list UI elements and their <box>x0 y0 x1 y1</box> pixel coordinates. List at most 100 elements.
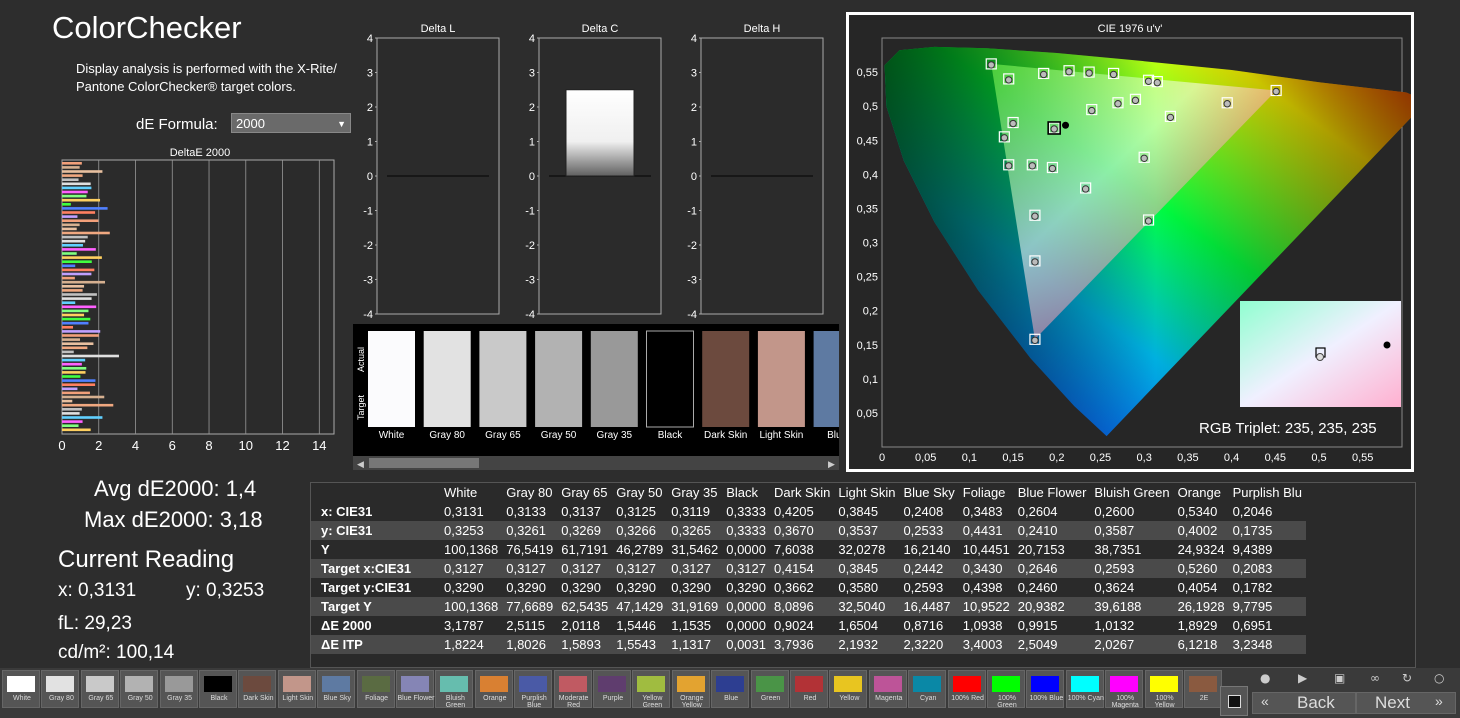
play-icon[interactable]: ▶ <box>1298 671 1307 685</box>
deltae-bar <box>62 309 89 313</box>
chip-label: Foliage <box>365 695 389 702</box>
patch-chip[interactable]: Light Skin <box>277 670 316 708</box>
column-header: Gray 65 <box>561 485 608 500</box>
deltae-bar <box>62 395 105 399</box>
patch-chip[interactable]: 100% Green <box>987 670 1025 709</box>
next-button[interactable]: Next » <box>1356 692 1456 714</box>
patch-chip[interactable]: Foliage <box>356 670 395 708</box>
deltae-bar <box>62 170 103 173</box>
patch-chip[interactable]: Orange Yellow <box>671 670 710 709</box>
x-tick-label: 8 <box>205 438 212 453</box>
actual-swatch <box>590 331 638 379</box>
table-cell: 0,3290 <box>444 580 484 595</box>
patch-chip[interactable]: Blue Flower <box>396 670 434 708</box>
chip-swatch <box>204 676 232 692</box>
patch-chip[interactable]: Yellow Green <box>632 670 671 709</box>
target-swatch <box>646 379 694 427</box>
table-cell: 32,0278 <box>838 542 886 557</box>
reading-x: x: 0,3131 <box>58 580 137 601</box>
swatch-label: Blue <box>827 430 839 441</box>
table-cell: 0,2593 <box>1090 559 1174 578</box>
table-cell: 0,3670 <box>770 521 835 540</box>
record-icon[interactable]: ● <box>1260 671 1270 685</box>
table-cell: 2,5115 <box>506 618 546 633</box>
table-cell: 0,2083 <box>1228 559 1306 578</box>
swatch-label: White <box>379 430 405 441</box>
patch-chip[interactable]: Bluish Green <box>435 670 474 709</box>
formula-select[interactable]: 2000 ▼ <box>231 113 351 133</box>
deltae-bar <box>62 166 80 169</box>
y-tick-label: 0 <box>529 171 535 183</box>
patch-chip[interactable]: White <box>2 670 40 708</box>
patch-chip[interactable]: Red <box>790 670 828 708</box>
deltae-bar <box>62 420 83 423</box>
patch-chip[interactable]: 100% Blue <box>1026 670 1065 708</box>
scroll-right-icon[interactable]: ▶ <box>828 459 835 469</box>
patch-chip[interactable]: Moderate Red <box>553 670 592 709</box>
target-swatch <box>423 379 471 427</box>
patch-chip[interactable]: Gray 80 <box>41 670 80 708</box>
actual-swatch <box>423 331 471 379</box>
patch-chip[interactable]: Cyan <box>908 670 947 708</box>
reading-cd: cd/m²: 100,14 <box>58 642 175 663</box>
chip-swatch <box>1070 676 1099 692</box>
measured-marker <box>1028 162 1037 170</box>
patch-chip[interactable]: Magenta <box>868 670 907 708</box>
measurement-table[interactable]: White Gray 80 Gray 65 Gray 50 Gray 35 Black Da… <box>310 482 1416 668</box>
chip-swatch <box>322 676 351 692</box>
delta-charts: Delta L 4 3 2 1 0 -1 -2 -3 -4 Delta C 4 3 2 1 0 -1 -2 -3 -… <box>363 23 824 320</box>
table-cell: 62,5435 <box>557 597 613 616</box>
patch-chip[interactable]: Orange <box>474 670 513 708</box>
chip-swatch <box>795 676 823 692</box>
strip-scroll-thumb[interactable] <box>369 458 479 468</box>
loop-icon[interactable]: ∞ <box>1370 671 1380 685</box>
deltae-bar <box>62 354 119 358</box>
measured-marker <box>1000 134 1009 142</box>
patch-chip[interactable]: Yellow <box>829 670 868 708</box>
refresh-icon[interactable]: ↻ <box>1402 671 1412 685</box>
deltae-bar <box>62 362 82 366</box>
deltae-bar <box>62 289 83 292</box>
deltae-bar <box>62 317 91 321</box>
table-cell: 1,0132 <box>1094 618 1135 633</box>
y-tick-label: 0,55 <box>857 67 878 79</box>
patch-chip[interactable]: 2E <box>1184 670 1222 708</box>
patch-chip[interactable]: 100% Magenta <box>1105 670 1144 709</box>
table-cell: 3,2348 <box>1228 635 1306 654</box>
table-cell: 0,3137 <box>561 504 601 519</box>
patch-chip[interactable]: 100% Red <box>947 670 986 708</box>
formula-select-value: 2000 <box>236 116 265 131</box>
patch-chip[interactable]: Dark Skin <box>238 670 277 708</box>
table-cell: 0,3261 <box>502 521 558 540</box>
deltae-bar <box>62 301 76 304</box>
patch-chip[interactable]: Blue <box>711 670 750 708</box>
patch-chip[interactable]: Green <box>750 670 789 708</box>
patch-chip[interactable]: 100% Yellow <box>1144 670 1183 709</box>
table-corner <box>311 483 440 502</box>
deltae-bar <box>62 321 89 325</box>
back-button[interactable]: « Back <box>1252 692 1356 714</box>
table-cell: 0,2600 <box>1094 504 1135 519</box>
deltae-bar <box>62 342 94 345</box>
chip-swatch <box>85 676 114 692</box>
table-cell: 76,5419 <box>506 542 554 557</box>
table-cell: 24,9324 <box>1177 542 1225 557</box>
column-header: Bluish Green <box>1094 485 1170 500</box>
chip-label: Moderate Red <box>558 695 589 709</box>
patch-chip[interactable]: 100% Cyan <box>1065 670 1104 708</box>
patch-chip[interactable]: Black <box>199 670 237 708</box>
scroll-left-icon[interactable]: ◀ <box>357 459 364 469</box>
table-cell: 0,3845 <box>834 559 900 578</box>
stop-button[interactable] <box>1220 686 1248 716</box>
patch-chip[interactable]: Gray 35 <box>159 670 198 708</box>
patch-chip[interactable]: Purplish Blue <box>514 670 553 709</box>
row-header: x: CIE31 <box>321 504 373 519</box>
patch-chip[interactable]: Gray 65 <box>80 670 119 708</box>
settings-icon[interactable]: ○ <box>1434 671 1444 685</box>
table-cell: 0,3265 <box>667 521 723 540</box>
patch-chip[interactable]: Blue Sky <box>317 670 356 708</box>
patch-chip[interactable]: Gray 50 <box>120 670 159 708</box>
chip-swatch <box>676 676 705 692</box>
save-icon[interactable]: ▣ <box>1334 671 1345 685</box>
patch-chip[interactable]: Purple <box>593 670 631 708</box>
